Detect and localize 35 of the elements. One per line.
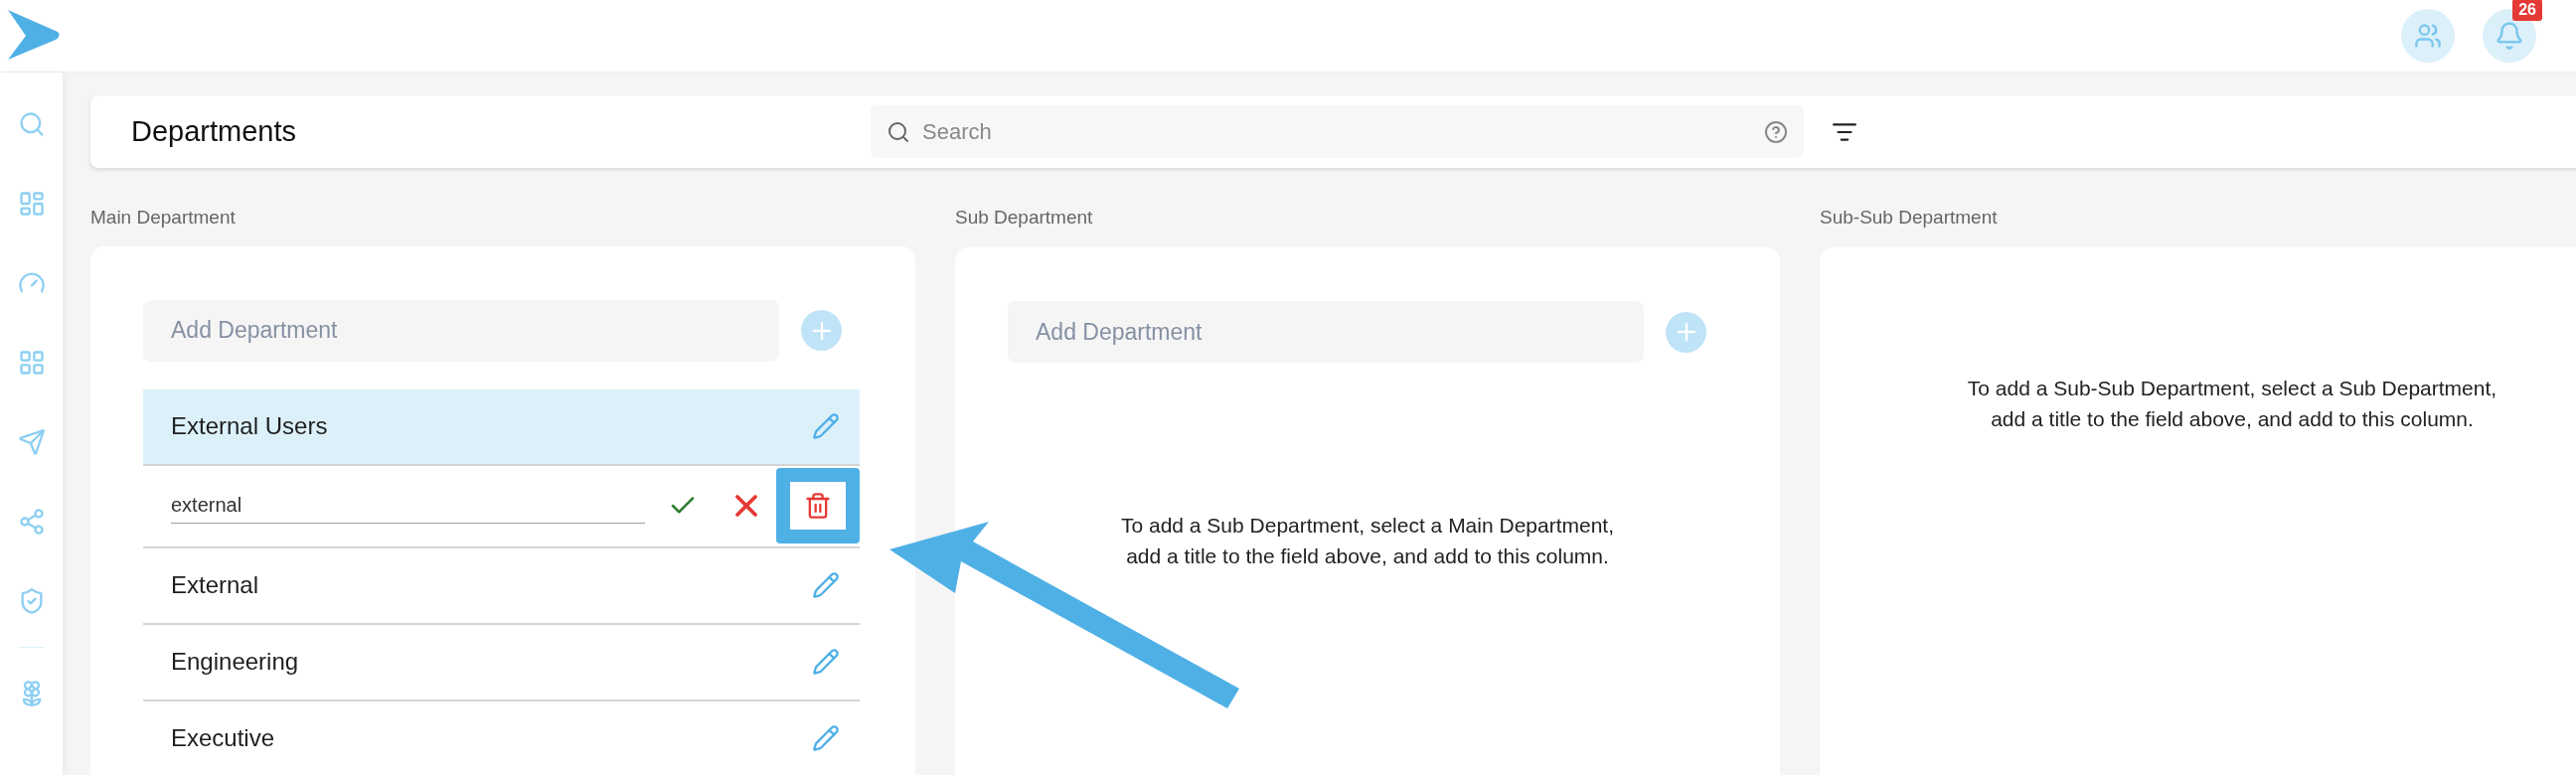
column-label: Sub-Sub Department (1820, 206, 1999, 230)
department-name: Executive (171, 723, 275, 753)
bell-icon (2495, 21, 2524, 51)
share-icon[interactable] (17, 508, 46, 536)
empty-hint: To add a Sub-Sub Department, select a Sub Department, add a title to the field above, and add to this column. (1966, 376, 2498, 432)
edit-icon[interactable] (812, 571, 840, 599)
edit-icon[interactable] (812, 724, 840, 752)
department-row[interactable]: External Users (143, 388, 860, 466)
edit-icon[interactable] (812, 648, 840, 676)
add-button[interactable] (1666, 311, 1706, 353)
edit-icon[interactable] (812, 412, 840, 440)
help-icon[interactable] (1764, 119, 1788, 144)
grid-icon[interactable] (17, 349, 46, 377)
notification-badge: 26 (2512, 0, 2542, 21)
department-name: External (171, 570, 259, 600)
people-icon (2414, 22, 2442, 50)
dashboard-icon[interactable] (17, 190, 46, 218)
search-field[interactable]: Search (922, 115, 1752, 148)
department-name: Engineering (171, 647, 299, 677)
rename-field[interactable]: external (171, 488, 645, 524)
empty-hint: To add a Sub Department, select a Main Department, add a title to the field above, and add to this column. (1119, 513, 1616, 569)
page-title: Departments (131, 113, 297, 149)
trash-icon (803, 492, 832, 520)
department-name: External Users (171, 411, 328, 441)
search-icon[interactable] (17, 110, 46, 138)
search-bar[interactable]: Search (871, 105, 1804, 158)
add-department-field[interactable]: Add Department (143, 299, 779, 362)
search-icon (886, 119, 910, 144)
add-department-field[interactable]: Add Department (1008, 301, 1644, 363)
delete-button[interactable] (775, 468, 860, 543)
column-label: Main Department (90, 206, 237, 230)
team-button[interactable] (2401, 9, 2455, 63)
column-label: Sub Department (955, 206, 1094, 230)
send-icon[interactable] (17, 428, 46, 456)
add-button[interactable] (801, 310, 842, 351)
